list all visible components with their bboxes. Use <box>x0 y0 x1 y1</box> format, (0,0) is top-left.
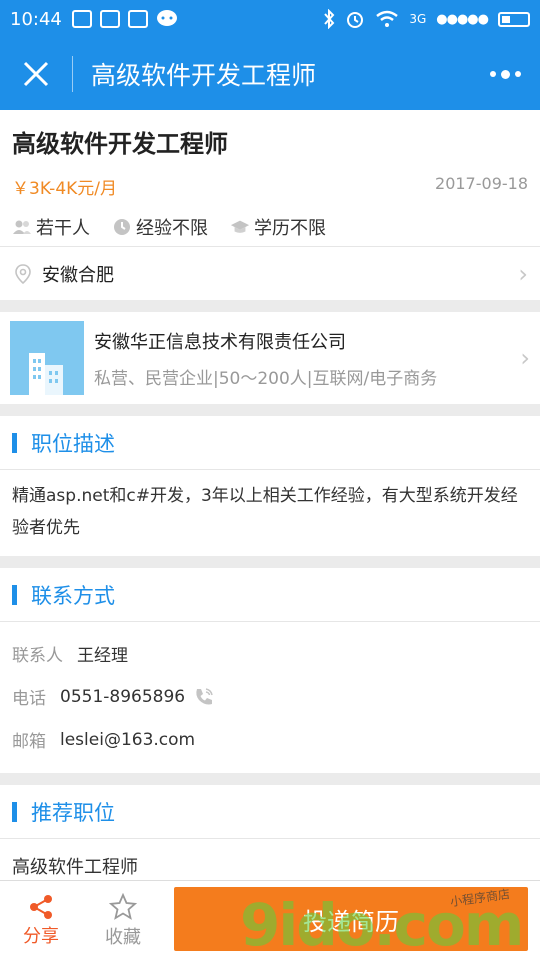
company-card[interactable]: 安徽华正信息技术有限责任公司 私营、民营企业|50～200人|互联网/电子商务 … <box>0 312 540 404</box>
contact-person-row: 联系人 王经理 <box>0 632 540 675</box>
divider <box>0 556 540 568</box>
share-button[interactable]: 分享 <box>0 894 82 948</box>
notification-chat-icon <box>156 10 177 26</box>
page-title: 高级软件开发工程师 <box>91 61 317 90</box>
clock-icon <box>112 217 132 237</box>
contact-label: 联系人 <box>12 646 63 666</box>
tag-experience: 经验不限 <box>112 208 208 246</box>
contact-phone[interactable]: 0551-8965896 <box>60 687 185 707</box>
status-right: 3G ●●●●● <box>323 9 530 29</box>
location-text: 安徽合肥 <box>42 264 114 286</box>
company-meta: 私营、民营企业|50～200人|互联网/电子商务 <box>94 368 438 389</box>
location-row[interactable]: 安徽合肥 › <box>0 246 540 300</box>
location-pin-icon <box>15 263 31 284</box>
alarm-icon <box>347 12 364 28</box>
phone-icon[interactable] <box>193 686 215 708</box>
tag-headcount: 若干人 <box>12 208 90 246</box>
status-time: 10:44 <box>10 8 62 30</box>
contact-phone-row[interactable]: 电话 0551-8965896 <box>0 675 540 718</box>
tag-education: 学历不限 <box>230 208 326 246</box>
title-divider <box>72 56 73 92</box>
section-marker <box>12 584 17 605</box>
description-section: 职位描述 精通asp.net和c#开发，3年以上相关工作经验，有大型系统开发经验… <box>0 416 540 556</box>
job-title: 高级软件开发工程师 <box>12 130 228 158</box>
contact-email: leslei@163.com <box>60 729 196 750</box>
notification-app-icon <box>71 10 92 28</box>
divider <box>0 404 540 416</box>
job-summary-card: 高级软件开发工程师 ￥3K-4K元/月 2017-09-18 若干人 经验不限 <box>0 110 540 300</box>
content-scroll[interactable]: 高级软件开发工程师 ￥3K-4K元/月 2017-09-18 若干人 经验不限 <box>0 110 540 880</box>
favorite-button[interactable]: 收藏 <box>82 892 164 949</box>
more-button[interactable] <box>470 69 540 79</box>
company-info: 安徽华正信息技术有限责任公司 私营、民营企业|50～200人|互联网/电子商务 <box>94 328 520 389</box>
close-button[interactable] <box>0 38 72 110</box>
section-marker <box>12 801 17 822</box>
notification-image-icon <box>127 10 148 28</box>
section-title: 联系方式 <box>31 583 115 608</box>
more-dot <box>514 71 521 77</box>
network-type: 3G <box>409 12 427 26</box>
recommended-section: 推荐职位 高级软件工程师 <box>0 785 540 880</box>
tag-label: 若干人 <box>36 218 90 239</box>
status-bar: 10:44 3G ●●●●● <box>0 0 540 38</box>
section-header: 联系方式 <box>0 568 540 622</box>
people-icon <box>12 217 32 237</box>
post-date: 2017-09-18 <box>435 174 528 193</box>
recommended-job-item[interactable]: 高级软件工程师 <box>0 839 540 879</box>
tag-label: 经验不限 <box>136 218 208 239</box>
company-logo-icon <box>10 321 84 395</box>
wifi-icon <box>376 10 399 27</box>
section-title: 职位描述 <box>31 431 115 456</box>
chevron-right-icon: › <box>520 344 530 372</box>
more-dot <box>489 71 496 77</box>
contact-email-row: 邮箱 leslei@163.com <box>0 718 540 761</box>
share-icon <box>30 894 52 919</box>
job-tags: 若干人 经验不限 学历不限 <box>0 198 540 246</box>
salary: ￥3K-4K元/月 <box>12 179 118 199</box>
signal-strength: ●●●●● <box>436 11 489 27</box>
close-icon <box>23 61 49 87</box>
contact-person: 王经理 <box>77 646 128 666</box>
section-header: 职位描述 <box>0 416 540 470</box>
job-description: 精通asp.net和c#开发，3年以上相关工作经验，有大型系统开发经验者优先 <box>12 486 518 538</box>
divider <box>0 300 540 312</box>
salary-row: ￥3K-4K元/月 2017-09-18 <box>0 168 540 199</box>
company-name: 安徽华正信息技术有限责任公司 <box>94 331 346 353</box>
section-marker <box>12 432 17 453</box>
bottom-action-bar: 分享 收藏 投递简历 9ido.com 小程序商店 <box>0 880 540 960</box>
notification-bell-icon <box>99 10 120 28</box>
contact-label: 电话 <box>12 689 46 709</box>
divider <box>0 773 540 785</box>
more-dot <box>500 69 510 79</box>
contact-label: 邮箱 <box>12 732 46 752</box>
section-title: 推荐职位 <box>31 800 115 825</box>
favorite-label: 收藏 <box>105 926 141 948</box>
title-bar: 高级软件开发工程师 <box>0 38 540 110</box>
bluetooth-icon <box>324 9 335 29</box>
graduation-cap-icon <box>230 217 250 237</box>
battery-icon <box>498 11 530 27</box>
star-icon <box>109 892 137 920</box>
tag-label: 学历不限 <box>254 218 326 239</box>
section-header: 推荐职位 <box>0 785 540 839</box>
chevron-right-icon: › <box>518 259 528 288</box>
share-label: 分享 <box>23 925 59 947</box>
contact-section: 联系方式 联系人 王经理 电话 0551-8965896 邮箱 leslei@1… <box>0 568 540 773</box>
status-notification-icons <box>71 9 178 29</box>
